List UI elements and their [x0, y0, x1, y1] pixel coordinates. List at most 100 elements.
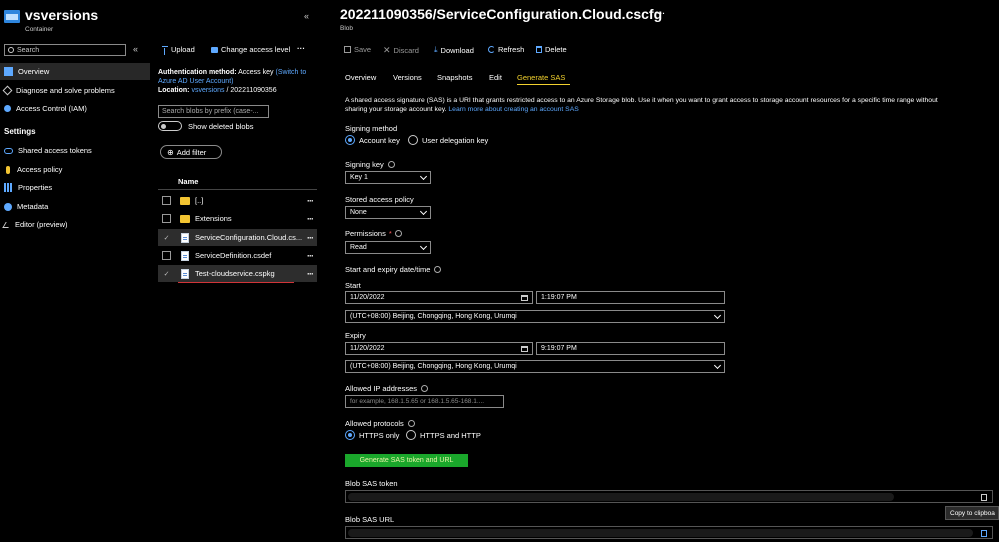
- radio-unselected[interactable]: [406, 430, 416, 440]
- allowed-protocols-label-row: Allowed protocols: [345, 419, 415, 428]
- required-mark: *: [388, 229, 392, 238]
- start-timezone-dropdown[interactable]: (UTC+08:00) Beijing, Chongqing, Hong Kon…: [345, 310, 725, 323]
- allowed-protocols-label: Allowed protocols: [345, 419, 404, 428]
- stored-policy-dropdown[interactable]: None: [345, 206, 431, 219]
- calendar-icon[interactable]: [521, 346, 528, 352]
- copy-icon[interactable]: [981, 530, 987, 537]
- expiry-label: Expiry: [345, 331, 366, 340]
- blob-name[interactable]: Extensions: [195, 214, 232, 223]
- name-column-header[interactable]: Name: [178, 177, 198, 186]
- radio-account-key[interactable]: Account key: [345, 135, 400, 145]
- nav-item-diagnose[interactable]: Diagnose and solve problems: [0, 82, 150, 99]
- info-icon[interactable]: [407, 420, 415, 427]
- row-more-button[interactable]: ···: [307, 196, 314, 206]
- start-time-input[interactable]: 1:19:07 PM: [536, 291, 725, 304]
- discard-button[interactable]: ✕ Discard: [383, 45, 419, 56]
- info-icon[interactable]: [421, 385, 428, 392]
- row-checkbox-checked[interactable]: ✓: [162, 233, 171, 242]
- blob-row-parent[interactable]: [..] ···: [158, 192, 317, 209]
- nav-item-access-policy[interactable]: Access policy: [0, 161, 150, 178]
- radio-selected[interactable]: [345, 430, 355, 440]
- generate-sas-button[interactable]: Generate SAS token and URL: [345, 454, 468, 467]
- row-checkbox[interactable]: [162, 214, 171, 223]
- row-checkbox[interactable]: [162, 251, 171, 260]
- show-deleted-toggle[interactable]: [158, 121, 182, 131]
- tab-versions[interactable]: Versions: [393, 73, 422, 82]
- blob-row-servicedefinition[interactable]: ServiceDefinition.csdef ···: [158, 247, 317, 264]
- signing-key-dropdown[interactable]: Key 1: [345, 171, 431, 184]
- tab-overview[interactable]: Overview: [345, 73, 376, 82]
- description-text-2: sharing your storage account key.: [345, 106, 447, 113]
- blob-search-input[interactable]: Search blobs by prefix (case-...: [158, 105, 269, 118]
- calendar-icon[interactable]: [521, 295, 528, 301]
- permissions-dropdown[interactable]: Read: [345, 241, 431, 254]
- tab-edit[interactable]: Edit: [489, 73, 502, 82]
- change-access-level-button[interactable]: Change access level: [211, 45, 290, 54]
- blob-name[interactable]: [..]: [195, 196, 203, 205]
- expiry-date-value: 11/20/2022: [350, 345, 385, 352]
- info-icon[interactable]: [387, 161, 395, 168]
- download-icon: ⤓: [434, 45, 438, 54]
- blob-name[interactable]: ServiceDefinition.csdef: [195, 251, 271, 260]
- tab-snapshots[interactable]: Snapshots: [437, 73, 472, 82]
- radio-https-and-http[interactable]: HTTPS and HTTP: [406, 430, 481, 440]
- delete-button[interactable]: Delete: [536, 45, 567, 54]
- learn-more-link[interactable]: Learn more about creating an account SAS: [448, 106, 578, 113]
- add-filter-button[interactable]: ⊕ Add filter: [160, 145, 222, 159]
- resource-menu: vsversions Container Search « Overview D…: [0, 0, 150, 542]
- radio-unselected[interactable]: [408, 135, 418, 145]
- chevron-down-icon: [419, 172, 428, 181]
- location-separator: /: [226, 87, 229, 94]
- nav-item-metadata[interactable]: Metadata: [0, 198, 150, 215]
- sas-url-field[interactable]: [345, 526, 993, 539]
- expiry-time-input[interactable]: 9:19:07 PM: [536, 342, 725, 355]
- switch-auth-link-2[interactable]: Azure AD User Account): [158, 78, 233, 85]
- upload-button[interactable]: Upload: [162, 45, 195, 55]
- allowed-ip-input[interactable]: for example, 168.1.5.65 or 168.1.5.65-16…: [345, 395, 504, 408]
- tab-generate-sas[interactable]: Generate SAS: [517, 73, 565, 82]
- row-more-button[interactable]: ···: [307, 214, 314, 224]
- start-date-input[interactable]: 11/20/2022: [345, 291, 533, 304]
- blob-row-cspkg[interactable]: ✓ Test-cloudservice.cspkg ···: [158, 265, 317, 282]
- nav-item-overview[interactable]: Overview: [0, 63, 150, 80]
- dropdown-value: Read: [350, 244, 367, 251]
- blob-row-extensions[interactable]: Extensions ···: [158, 210, 317, 227]
- auth-method-label: Authentication method:: [158, 69, 237, 76]
- file-icon: [181, 268, 189, 279]
- save-button[interactable]: Save: [344, 45, 371, 54]
- expiry-date-input[interactable]: 11/20/2022: [345, 342, 533, 355]
- row-more-button[interactable]: ···: [307, 251, 314, 261]
- delete-label: Delete: [545, 45, 567, 54]
- row-more-button[interactable]: ···: [307, 233, 314, 243]
- info-icon[interactable]: [434, 266, 442, 273]
- row-checkbox[interactable]: [162, 196, 171, 205]
- nav-item-editor[interactable]: Editor (preview): [0, 216, 150, 233]
- radio-https-only[interactable]: HTTPS only: [345, 430, 399, 440]
- refresh-button[interactable]: Refresh: [488, 45, 524, 54]
- chevron-down-icon: [713, 361, 722, 370]
- collapse-blade-button[interactable]: «: [304, 11, 309, 21]
- row-checkbox-checked[interactable]: ✓: [162, 269, 171, 278]
- title-more-button[interactable]: ···: [657, 9, 665, 18]
- download-button[interactable]: ⤓ Download: [434, 45, 474, 55]
- menu-search-box[interactable]: Search: [4, 44, 126, 56]
- blob-name[interactable]: ServiceConfiguration.Cloud.cs...: [195, 233, 302, 242]
- location-container-link[interactable]: vsversions: [191, 87, 224, 94]
- more-actions-button[interactable]: ···: [297, 44, 305, 53]
- radio-selected[interactable]: [345, 135, 355, 145]
- copy-icon[interactable]: [981, 494, 987, 501]
- location-label: Location:: [158, 87, 190, 94]
- blob-name[interactable]: Test-cloudservice.cspkg: [195, 269, 275, 278]
- row-more-button[interactable]: ···: [307, 269, 314, 279]
- radio-user-delegation-key[interactable]: User delegation key: [408, 135, 488, 145]
- sas-token-field[interactable]: [345, 490, 993, 503]
- blob-row-serviceconfiguration[interactable]: ✓ ServiceConfiguration.Cloud.cs... ···: [158, 229, 317, 246]
- collapse-menu-button[interactable]: «: [133, 44, 138, 54]
- nav-item-properties[interactable]: Properties: [0, 179, 150, 196]
- file-icon: [181, 232, 189, 243]
- nav-item-shared-access-tokens[interactable]: Shared access tokens: [0, 142, 150, 159]
- info-icon[interactable]: [394, 230, 402, 237]
- expiry-timezone-dropdown[interactable]: (UTC+08:00) Beijing, Chongqing, Hong Kon…: [345, 360, 725, 373]
- switch-auth-link[interactable]: (Switch to: [275, 69, 306, 76]
- nav-item-iam[interactable]: Access Control (IAM): [0, 100, 150, 117]
